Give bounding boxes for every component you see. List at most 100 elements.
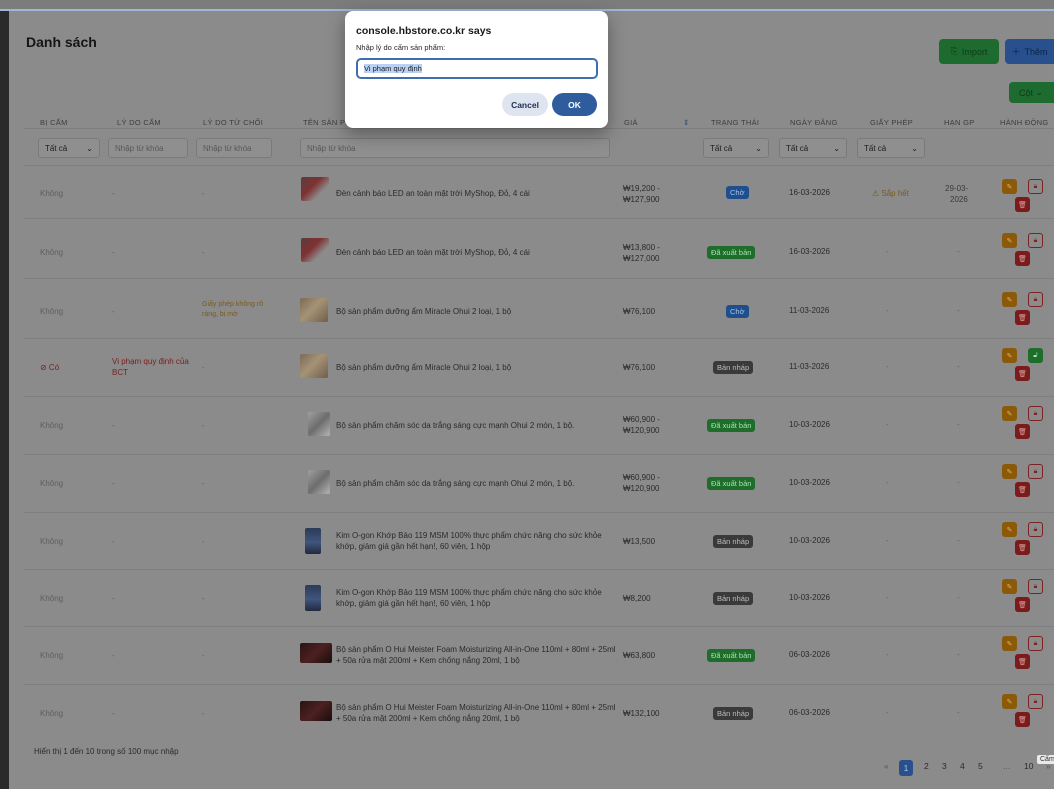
edit-button[interactable]: ✎ [1002,579,1017,594]
product-thumbnail[interactable] [300,701,332,721]
page-button[interactable]: 1 [899,760,913,776]
status-badge: Bản nháp [713,707,754,720]
edit-button[interactable]: ✎ [1002,233,1017,248]
edit-button[interactable]: ✎ [1002,406,1017,421]
product-thumbnail[interactable] [300,298,328,322]
product-name[interactable]: Bộ sản phẩm chăm sóc da trắng sáng cực m… [336,478,626,489]
delete-button[interactable]: 🗑︎ [1015,540,1030,555]
product-name[interactable]: Bộ sản phẩm dưỡng ẩm Miracle Ohui 2 loại… [336,362,626,373]
prev-page-icon[interactable]: « [884,761,889,771]
ban-reason-input[interactable]: Vi phạm quy định [356,58,598,79]
ban-reason-cell: - [112,651,115,660]
delete-button[interactable]: 🗑︎ [1015,654,1030,669]
product-name[interactable]: Kim O-gon Khớp Bảo 119 MSM 100% thực phẩ… [336,587,606,609]
product-thumbnail[interactable] [300,643,332,663]
banned-filter-select[interactable]: Tất cả ⌄ [38,138,100,158]
delete-button[interactable]: 🗑︎ [1015,197,1030,212]
ban-reason-cell: - [112,479,115,488]
delete-button[interactable]: 🗑︎ [1015,597,1030,612]
header-price[interactable]: GIÁ [624,118,638,127]
product-name[interactable]: Bộ sản phẩm dưỡng ẩm Miracle Ohui 2 loại… [336,306,626,317]
delete-button[interactable]: 🗑︎ [1015,366,1030,381]
status-badge: Đã xuất bản [707,477,756,490]
license-expiry: - [957,593,960,602]
pagination-summary: Hiển thị 1 đến 10 trong số 100 mục nhập [34,747,179,756]
page-button[interactable]: 2 [924,761,929,771]
ban-reason-cell: - [112,537,115,546]
product-thumbnail[interactable] [308,470,330,494]
edit-button[interactable]: ✎ [1002,522,1017,537]
license-expiry: - [957,306,960,315]
delete-button[interactable]: 🗑︎ [1015,251,1030,266]
header-license-expiry[interactable]: HẠN GP [944,118,975,127]
status-filter-select[interactable]: Tất cả ⌄ [703,138,769,158]
header-status: TRẠNG THÁI [711,118,760,127]
delete-button[interactable]: 🗑︎ [1015,482,1030,497]
edit-button[interactable]: ✎ [1002,636,1017,651]
status-badge: Bản nháp [713,361,754,374]
product-name[interactable]: Kim O-gon Khớp Bảo 119 MSM 100% thực phẩ… [336,530,606,552]
plus-icon: ＋ [1011,47,1021,57]
product-thumbnail[interactable] [305,528,321,554]
reject-reason-cell: - [202,189,205,198]
product-thumbnail[interactable] [305,585,321,611]
ban-button[interactable]: 🔒︎ [1028,522,1043,537]
delete-button[interactable]: 🗑︎ [1015,424,1030,439]
price-cell: ₩76,100 [623,307,656,316]
edit-button[interactable]: ✎ [1002,348,1017,363]
ban-reason-filter-input[interactable]: Nhập từ khóa [108,138,188,158]
sort-price-icon[interactable]: ⇕ [683,118,690,127]
price-cell-max: ₩120,900 [623,426,660,435]
header-post-date[interactable]: NGÀY ĐĂNG [790,118,838,127]
product-name[interactable]: Bộ sản phẩm O Hui Meister Foam Moisturiz… [336,702,616,724]
page-button[interactable]: 3 [942,761,947,771]
ok-button[interactable]: OK [552,93,597,116]
license-cell: - [886,362,889,371]
license-badge: ⚠ Sắp hết [872,189,909,198]
columns-button[interactable]: Cột ⌄ [1009,82,1054,103]
license-cell: - [886,593,889,602]
ban-button[interactable]: 🔒︎ [1028,694,1043,709]
dialog-title: console.hbstore.co.kr says [356,25,492,37]
product-name[interactable]: Bộ sản phẩm O Hui Meister Foam Moisturiz… [336,644,616,666]
delete-button[interactable]: 🗑︎ [1015,310,1030,325]
banned-cell: Không [40,594,64,603]
page-ellipsis: ... [1003,761,1011,771]
page-button[interactable]: 10 [1024,761,1033,771]
ban-button[interactable]: 🔒︎ [1028,406,1043,421]
unban-button[interactable]: 🔓︎ [1028,348,1043,363]
ban-button[interactable]: 🔒︎ [1028,636,1043,651]
ban-button[interactable]: 🔒︎ [1028,179,1043,194]
page-button[interactable]: 4 [960,761,965,771]
license-expiry: 29-03- [945,184,969,193]
ban-button[interactable]: 🔒︎ [1028,233,1043,248]
product-thumbnail[interactable] [301,177,329,201]
delete-button[interactable]: 🗑︎ [1015,712,1030,727]
product-name-filter-input[interactable]: Nhập từ khóa [300,138,610,158]
row-divider [24,165,1054,166]
date-filter-select[interactable]: Tất cả ⌄ [779,138,847,158]
edit-button[interactable]: ✎ [1002,464,1017,479]
reject-reason-filter-input[interactable]: Nhập từ khóa [196,138,272,158]
ban-tooltip: Cấm [1037,755,1054,764]
product-name[interactable]: Bộ sản phẩm chăm sóc da trắng sáng cực m… [336,420,626,431]
ban-button[interactable]: 🔒︎ [1028,292,1043,307]
row-divider [24,512,1054,513]
edit-button[interactable]: ✎ [1002,292,1017,307]
ban-button[interactable]: 🔒︎ [1028,464,1043,479]
add-button[interactable]: ＋ Thêm [1005,39,1054,64]
product-thumbnail[interactable] [308,412,330,436]
product-name[interactable]: Đèn cảnh báo LED an toàn mặt trời MyShop… [336,188,626,199]
product-name[interactable]: Đèn cảnh báo LED an toàn mặt trời MyShop… [336,247,626,258]
license-filter-select[interactable]: Tất cả ⌄ [857,138,925,158]
ban-button[interactable]: 🔒︎ [1028,579,1043,594]
product-thumbnail[interactable] [300,354,328,378]
edit-button[interactable]: ✎ [1002,179,1017,194]
page-button[interactable]: 5 [978,761,983,771]
import-button[interactable]: ⎘ Import [939,39,999,64]
cancel-button[interactable]: Cancel [502,93,548,116]
ban-reason-cell: - [112,189,115,198]
product-thumbnail[interactable] [301,238,329,262]
price-cell-max: ₩127,000 [623,254,660,263]
edit-button[interactable]: ✎ [1002,694,1017,709]
